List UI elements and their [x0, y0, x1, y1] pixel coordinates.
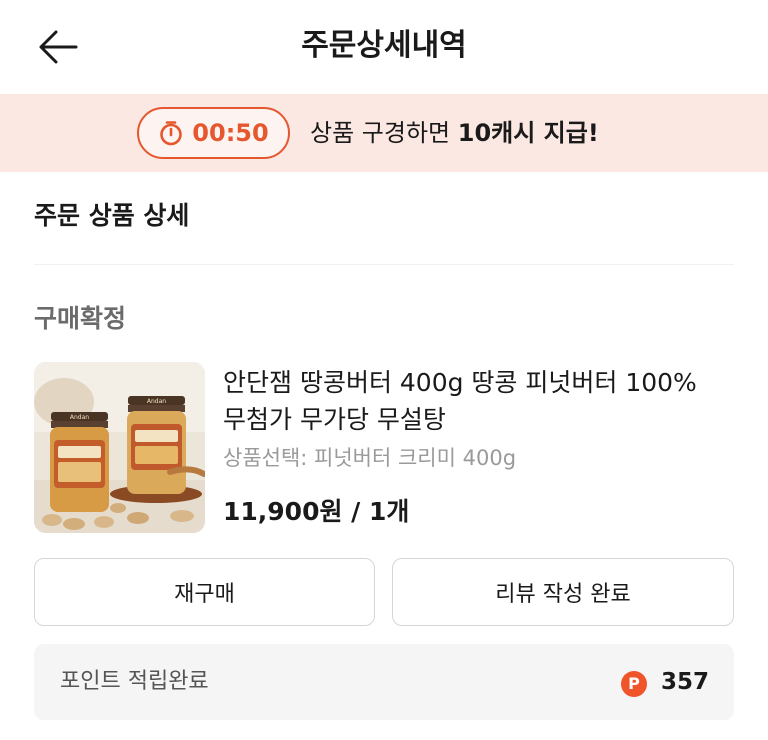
banner-text: 상품 구경하면 10캐시 지급!: [310, 116, 599, 150]
promo-banner[interactable]: 00:50 상품 구경하면 10캐시 지급!: [0, 94, 768, 172]
page-title: 주문상세내역: [301, 28, 467, 63]
thumb-brand-left: Andan: [70, 414, 89, 421]
product-price: 11,900원 / 1개: [223, 497, 410, 526]
order-status: 구매확정: [34, 304, 127, 333]
product-name[interactable]: 안단잼 땅콩버터 400g 땅콩 피넛버터 100% 무첨가 무가당 무설탕: [223, 364, 723, 438]
points-icon: P: [621, 671, 647, 697]
timer-badge: 00:50: [137, 107, 290, 159]
review-complete-button[interactable]: 리뷰 작성 완료: [392, 558, 734, 626]
product-image: Andan Andan: [34, 362, 205, 533]
timer-text: 00:50: [192, 119, 269, 147]
product-option: 상품선택: 피넛버터 크리미 400g: [223, 446, 517, 470]
thumb-brand-right: Andan: [147, 398, 166, 405]
points-row: 포인트 적립완료 P 357: [34, 644, 734, 720]
points-label: 포인트 적립완료: [60, 669, 209, 694]
rebuy-button[interactable]: 재구매: [34, 558, 375, 626]
header: 주문상세내역: [0, 0, 768, 94]
points-value: 357: [661, 669, 710, 695]
section-title: 주문 상품 상세: [34, 201, 190, 230]
product-thumbnail[interactable]: Andan Andan: [34, 362, 205, 533]
banner-text-prefix: 상품 구경하면: [310, 119, 458, 147]
divider: [34, 264, 734, 265]
banner-text-highlight: 10캐시 지급!: [457, 119, 599, 147]
stopwatch-icon: [160, 121, 183, 146]
